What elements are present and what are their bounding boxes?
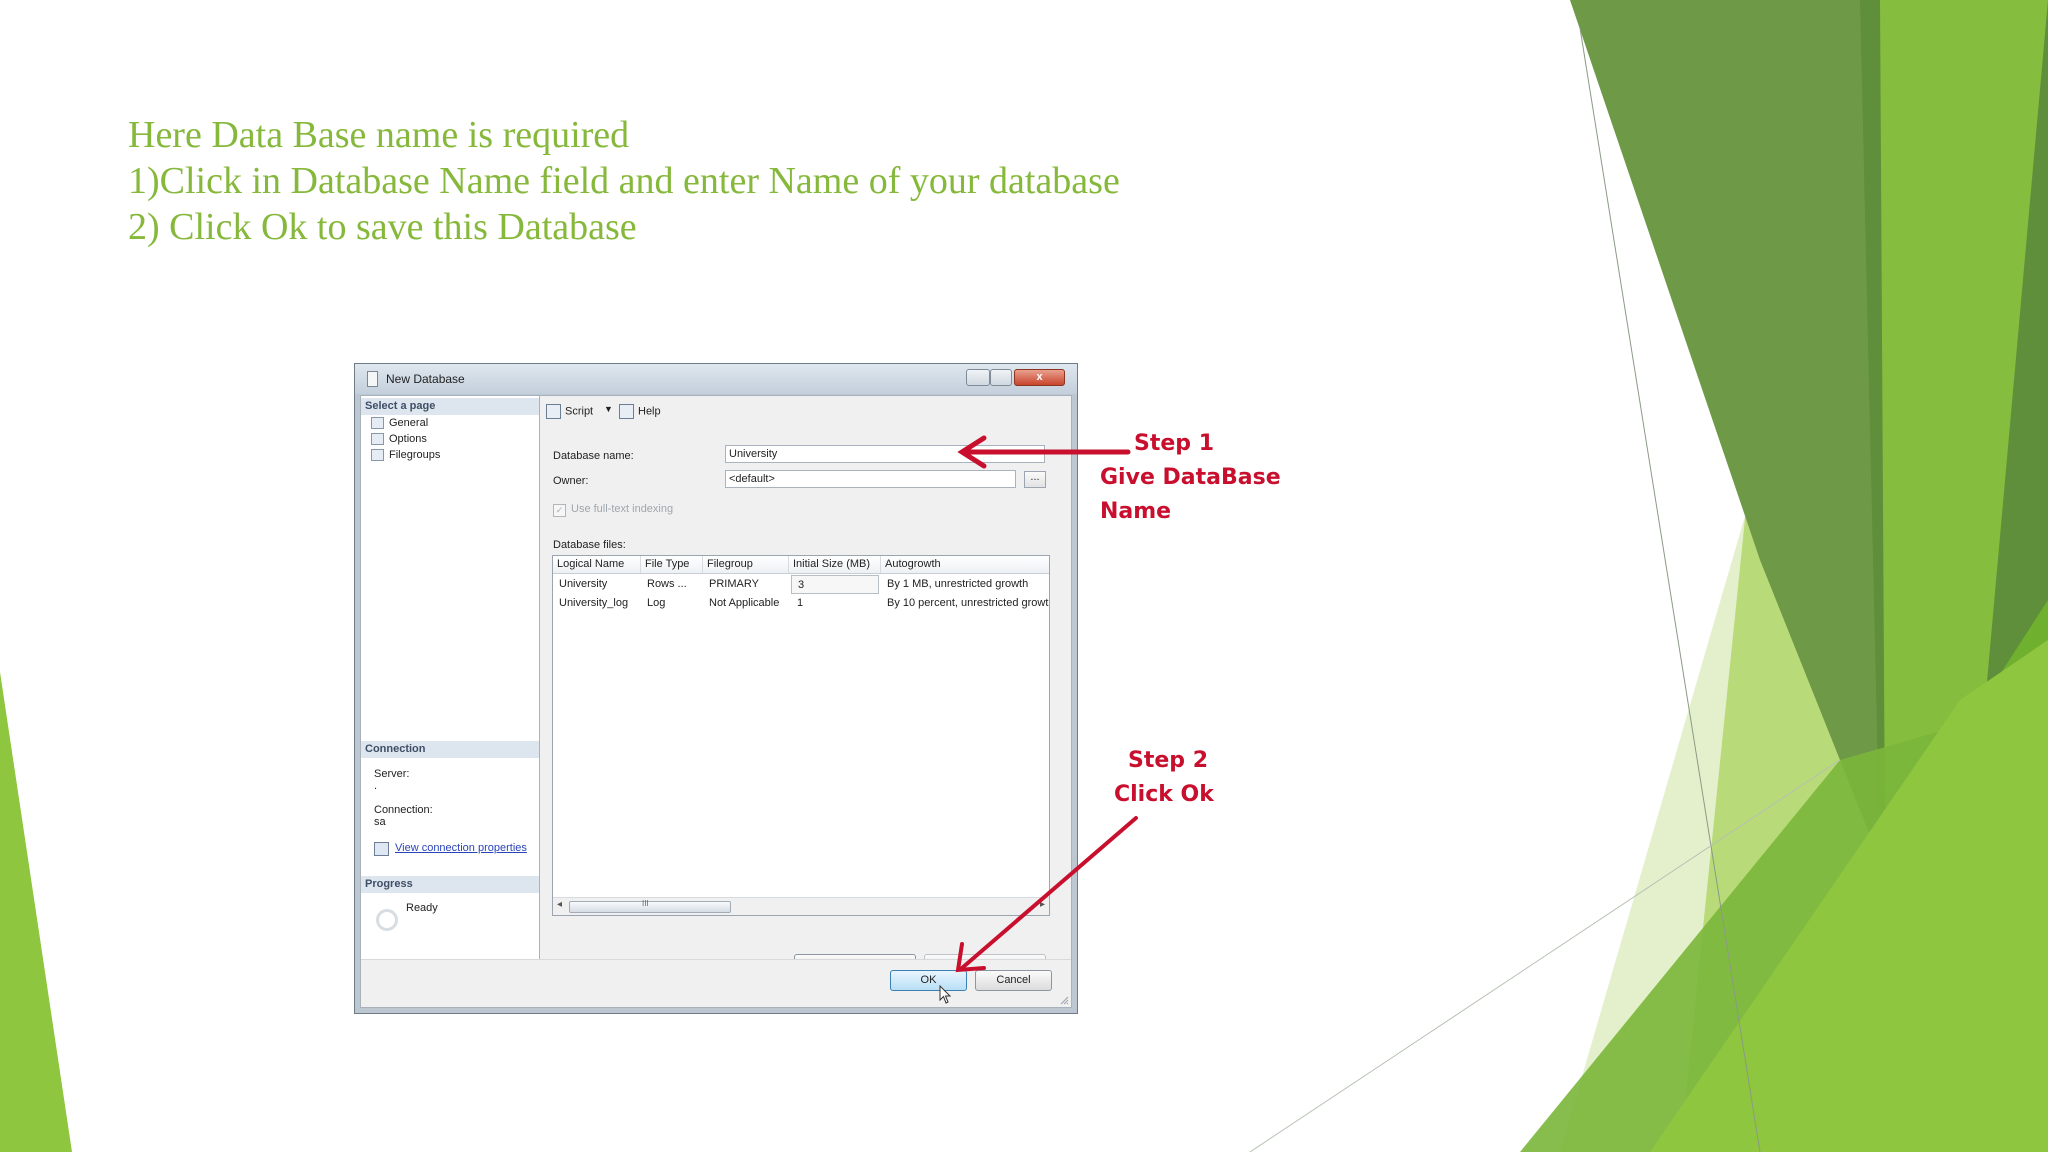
page-icon — [371, 433, 384, 446]
script-dropdown-chevron-down-icon[interactable]: ▼ — [604, 404, 613, 414]
cell-logical-name[interactable]: University — [553, 575, 641, 594]
horizontal-scrollbar[interactable]: ◂ III ▸ — [553, 897, 1049, 915]
database-name-label: Database name: — [553, 450, 634, 462]
cell-initial-size[interactable]: 1 — [791, 594, 879, 613]
cell-autogrowth[interactable]: By 1 MB, unrestricted growth — [881, 575, 1049, 594]
database-name-input[interactable]: University — [725, 445, 1045, 463]
scroll-right-icon[interactable]: ▸ — [1040, 899, 1045, 910]
cell-file-type[interactable]: Rows ... — [641, 575, 703, 594]
cell-initial-size[interactable]: 3 — [791, 575, 879, 594]
maximize-button[interactable] — [990, 369, 1012, 386]
database-files-label: Database files: — [553, 539, 626, 551]
cancel-button[interactable]: Cancel — [975, 970, 1052, 991]
page-selector-pane: Select a page General Options Filegroups… — [361, 396, 540, 959]
select-page-header: Select a page — [361, 398, 539, 415]
dialog-title: New Database — [386, 372, 465, 386]
cell-filegroup[interactable]: Not Applicable — [703, 594, 789, 613]
scrollbar-thumb[interactable]: III — [569, 899, 731, 913]
help-label: Help — [638, 405, 661, 418]
page-item-label: Options — [389, 433, 427, 445]
dialog-body: Select a page General Options Filegroups… — [360, 395, 1072, 1008]
progress-header: Progress — [361, 876, 539, 893]
progress-status: Ready — [406, 902, 438, 914]
connection-label: Connection: — [374, 804, 433, 816]
column-header-initial-size[interactable]: Initial Size (MB) — [789, 556, 881, 573]
fulltext-label: Use full-text indexing — [571, 503, 674, 515]
column-header-autogrowth[interactable]: Autogrowth — [881, 556, 1049, 573]
size-grip-icon[interactable] — [1059, 995, 1069, 1005]
cell-autogrowth[interactable]: By 10 percent, unrestricted growt — [881, 594, 1049, 613]
step1-heading: Step 1 — [1134, 431, 1214, 456]
owner-browse-button[interactable]: ... — [1024, 471, 1046, 488]
database-icon — [367, 371, 378, 387]
thumb-grip: III — [642, 899, 649, 908]
dialog-footer: OK Cancel — [361, 959, 1071, 1007]
mouse-cursor-icon — [939, 985, 952, 1004]
page-icon — [371, 417, 384, 430]
page-item-label: Filegroups — [389, 449, 441, 461]
connection-properties-icon — [374, 842, 389, 856]
view-connection-properties-link[interactable]: View connection properties — [395, 842, 527, 854]
script-label: Script — [565, 405, 594, 418]
step2-line2: Click Ok — [1114, 782, 1214, 807]
script-icon — [546, 404, 561, 419]
ok-button[interactable]: OK — [890, 970, 967, 991]
owner-input[interactable]: <default> — [725, 470, 1016, 488]
script-button[interactable]: Script — [546, 404, 593, 419]
connection-header: Connection — [361, 741, 539, 758]
column-header-filegroup[interactable]: Filegroup — [703, 556, 789, 573]
cell-logical-name[interactable]: University_log — [553, 594, 641, 613]
page-item-filegroups[interactable]: Filegroups — [371, 448, 440, 463]
column-header-logical-name[interactable]: Logical Name — [553, 556, 641, 573]
step1-line3: Name — [1100, 499, 1172, 524]
server-label: Server: — [374, 768, 410, 780]
database-files-grid[interactable]: Logical Name File Type Filegroup Initial… — [552, 555, 1050, 916]
new-database-dialog: New Database x Select a page General Opt… — [354, 363, 1078, 1014]
step2-heading: Step 2 — [1128, 748, 1208, 773]
column-header-file-type[interactable]: File Type — [641, 556, 703, 573]
progress-spinner-icon — [376, 909, 398, 931]
title-line-2: 1)Click in Database Name field and enter… — [128, 160, 1120, 202]
page-item-options[interactable]: Options — [371, 432, 427, 447]
dialog-titlebar[interactable]: New Database x — [355, 364, 1077, 394]
cell-file-type[interactable]: Log — [641, 594, 703, 613]
page-item-general[interactable]: General — [371, 416, 428, 431]
fulltext-checkbox[interactable]: ✓ — [553, 504, 566, 517]
step1-line2: Give DataBase — [1100, 465, 1281, 490]
scroll-left-icon[interactable]: ◂ — [557, 899, 562, 910]
cell-filegroup[interactable]: PRIMARY — [703, 575, 789, 594]
page-icon — [371, 449, 384, 462]
minimize-button[interactable] — [966, 369, 990, 386]
title-line-1: Here Data Base name is required — [128, 114, 630, 156]
help-button[interactable]: Help — [619, 404, 661, 419]
connection-value: sa — [374, 816, 386, 828]
server-value: . — [374, 780, 378, 792]
slide-title: Here Data Base name is required 1)Click … — [128, 112, 1428, 250]
help-icon — [619, 404, 634, 419]
left-green-wedge — [0, 672, 72, 1152]
general-page: Script ▼ Help Database name: University … — [540, 396, 1071, 975]
title-line-3: 2) Click Ok to save this Database — [128, 206, 637, 248]
owner-label: Owner: — [553, 475, 589, 487]
close-button[interactable]: x — [1014, 369, 1065, 386]
page-item-label: General — [389, 417, 429, 429]
